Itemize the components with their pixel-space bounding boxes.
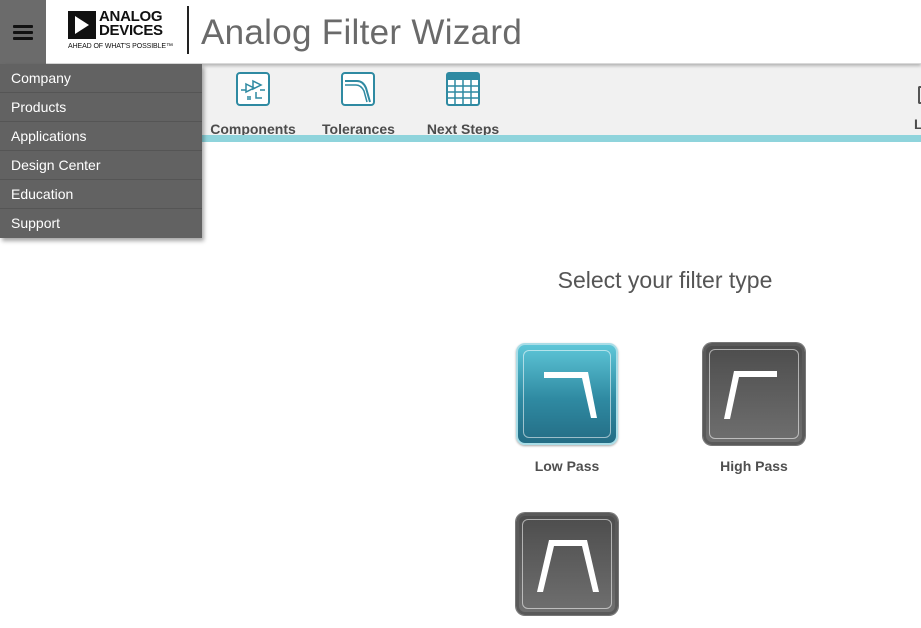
- band-pass-option[interactable]: [515, 513, 619, 628]
- header-divider: [187, 6, 189, 54]
- nav-item-support[interactable]: Support: [0, 209, 202, 238]
- filter-type-prompt: Select your filter type: [557, 267, 773, 293]
- logo-line-2: DEVICES: [99, 22, 163, 39]
- site-nav-menu: Company Products Applications Design Cen…: [0, 64, 202, 238]
- tolerance-curve-icon: [341, 72, 375, 106]
- hamburger-icon: [13, 24, 33, 40]
- step-tolerances[interactable]: Tolerances: [322, 72, 395, 137]
- table-grid-icon: [446, 72, 480, 106]
- nav-item-products[interactable]: Products: [0, 93, 202, 122]
- logo-tagline: AHEAD OF WHAT'S POSSIBLE™: [68, 43, 173, 50]
- nav-item-design-center[interactable]: Design Center: [0, 151, 202, 180]
- step-next-steps[interactable]: Next Steps: [426, 72, 500, 137]
- header: ANALOG DEVICES AHEAD OF WHAT'S POSSIBLE™…: [0, 0, 921, 64]
- nav-item-company[interactable]: Company: [0, 64, 202, 93]
- high-pass-icon: [724, 371, 777, 419]
- step-partial-label: L: [914, 116, 921, 132]
- step-partial[interactable]: L: [913, 74, 921, 134]
- band-pass-tile[interactable]: [516, 513, 618, 615]
- nav-item-education[interactable]: Education: [0, 180, 202, 209]
- nav-item-applications[interactable]: Applications: [0, 122, 202, 151]
- low-pass-icon: [544, 372, 597, 418]
- low-pass-option[interactable]: Low Pass: [515, 343, 619, 474]
- high-pass-tile[interactable]: [703, 343, 805, 445]
- band-pass-icon: [537, 540, 599, 592]
- app-title: Analog Filter Wizard: [201, 13, 523, 52]
- high-pass-label: High Pass: [720, 458, 788, 474]
- low-pass-label: Low Pass: [534, 458, 600, 474]
- hamburger-menu-button[interactable]: [0, 0, 46, 64]
- high-pass-option[interactable]: High Pass: [702, 343, 806, 474]
- analog-devices-logo[interactable]: ANALOG DEVICES AHEAD OF WHAT'S POSSIBLE™: [66, 9, 176, 55]
- circuit-icon: [236, 72, 270, 106]
- step-components[interactable]: Components: [210, 72, 296, 137]
- logo-triangle-icon: [68, 11, 96, 39]
- low-pass-tile[interactable]: [516, 343, 618, 445]
